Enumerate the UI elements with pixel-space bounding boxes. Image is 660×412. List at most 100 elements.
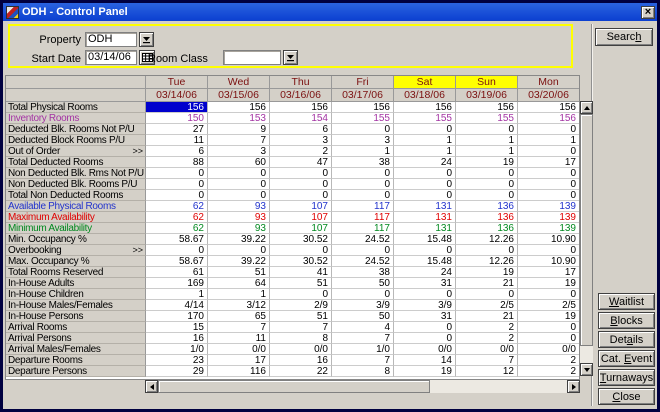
grid-cell[interactable]: 23 — [146, 355, 208, 366]
column-header-date[interactable]: 03/18/06 — [394, 89, 456, 102]
grid-cell[interactable]: 1/0 — [332, 344, 394, 355]
grid-cell[interactable]: 2/5 — [518, 300, 580, 311]
grid-cell[interactable]: 6 — [146, 146, 208, 157]
grid-cell[interactable]: 0 — [518, 168, 580, 179]
grid-cell[interactable]: 11 — [146, 135, 208, 146]
grid-cell[interactable]: 10.90 — [518, 256, 580, 267]
scroll-up-button[interactable] — [580, 101, 593, 114]
grid-cell[interactable]: 29 — [146, 366, 208, 377]
turnaways-button[interactable]: Turnaways — [598, 369, 655, 386]
grid-cell[interactable]: 93 — [208, 223, 270, 234]
grid-cell[interactable]: 38 — [332, 267, 394, 278]
grid-cell[interactable]: 12.26 — [456, 256, 518, 267]
grid-cell[interactable]: 0 — [332, 168, 394, 179]
grid-cell[interactable]: 155 — [456, 113, 518, 124]
grid-cell[interactable]: 7 — [208, 322, 270, 333]
grid-cell[interactable]: 0 — [456, 190, 518, 201]
grid-cell[interactable]: 0 — [332, 245, 394, 256]
close-button[interactable]: Close — [598, 388, 655, 405]
grid-cell[interactable]: 117 — [332, 223, 394, 234]
grid-cell[interactable]: 0 — [208, 179, 270, 190]
grid-cell[interactable]: 0 — [518, 333, 580, 344]
grid-cell[interactable]: 0 — [208, 168, 270, 179]
grid-cell[interactable]: 10.90 — [518, 234, 580, 245]
column-header-day[interactable]: Sat — [394, 76, 456, 89]
grid-cell[interactable]: 139 — [518, 223, 580, 234]
grid-cell[interactable]: 0 — [518, 322, 580, 333]
grid-cell[interactable]: 15.48 — [394, 256, 456, 267]
grid-cell[interactable]: 39.22 — [208, 234, 270, 245]
grid-cell[interactable]: 50 — [332, 278, 394, 289]
scroll-right-button[interactable] — [567, 380, 580, 393]
grid-cell[interactable]: 1/0 — [146, 344, 208, 355]
grid-cell[interactable]: 0 — [270, 245, 332, 256]
grid-cell[interactable]: 150 — [146, 113, 208, 124]
grid-cell[interactable]: 116 — [208, 366, 270, 377]
grid-cell[interactable]: 4 — [332, 322, 394, 333]
column-header-day[interactable]: Tue — [146, 76, 208, 89]
grid-cell[interactable]: 30.52 — [270, 256, 332, 267]
grid-cell[interactable]: 6 — [270, 124, 332, 135]
grid-cell[interactable]: 154 — [270, 113, 332, 124]
grid-cell[interactable]: 0 — [518, 190, 580, 201]
column-header-day[interactable]: Thu — [270, 76, 332, 89]
grid-cell[interactable]: 0 — [456, 289, 518, 300]
grid-cell[interactable]: 30.52 — [270, 234, 332, 245]
grid-cell[interactable]: 117 — [332, 201, 394, 212]
grid-cell[interactable]: 0 — [270, 190, 332, 201]
grid-cell[interactable]: 2 — [518, 366, 580, 377]
grid-cell[interactable]: 0/0 — [394, 344, 456, 355]
grid-cell[interactable]: 31 — [394, 311, 456, 322]
grid-cell[interactable]: 41 — [270, 267, 332, 278]
grid-cell[interactable]: 0 — [146, 179, 208, 190]
grid-cell[interactable]: 65 — [208, 311, 270, 322]
grid-cell[interactable]: 0 — [270, 179, 332, 190]
grid-cell[interactable]: 19 — [456, 267, 518, 278]
vertical-scrollbar[interactable] — [580, 101, 593, 376]
horizontal-scroll-thumb[interactable] — [158, 380, 430, 393]
grid-cell[interactable]: 24.52 — [332, 234, 394, 245]
grid-cell[interactable]: 0 — [394, 322, 456, 333]
column-header-day[interactable]: Fri — [332, 76, 394, 89]
grid-cell[interactable]: 3/9 — [332, 300, 394, 311]
grid-cell[interactable]: 1 — [518, 135, 580, 146]
grid-cell[interactable]: 0 — [394, 245, 456, 256]
grid-cell[interactable]: 12 — [456, 366, 518, 377]
grid-cell[interactable]: 2 — [456, 322, 518, 333]
grid-cell[interactable]: 19 — [518, 278, 580, 289]
grid-cell[interactable]: 51 — [270, 311, 332, 322]
grid-cell[interactable]: 0 — [518, 289, 580, 300]
grid-cell[interactable]: 62 — [146, 223, 208, 234]
grid-cell[interactable]: 1 — [208, 289, 270, 300]
grid-cell[interactable]: 7 — [456, 355, 518, 366]
waitlist-button[interactable]: Waitlist — [598, 293, 655, 310]
grid-cell[interactable]: 58.67 — [146, 234, 208, 245]
column-header-date[interactable]: 03/17/06 — [332, 89, 394, 102]
grid-cell[interactable]: 93 — [208, 201, 270, 212]
grid-cell[interactable]: 117 — [332, 212, 394, 223]
grid-cell[interactable]: 15.48 — [394, 234, 456, 245]
column-header-day[interactable]: Wed — [208, 76, 270, 89]
grid-cell[interactable]: 2/5 — [456, 300, 518, 311]
grid-cell[interactable]: 12.26 — [456, 234, 518, 245]
grid-cell[interactable]: 21 — [456, 278, 518, 289]
grid-cell[interactable]: 7 — [208, 135, 270, 146]
grid-cell[interactable]: 31 — [394, 278, 456, 289]
grid-cell[interactable]: 131 — [394, 212, 456, 223]
grid-cell[interactable]: 16 — [270, 355, 332, 366]
grid-cell[interactable]: 7 — [332, 333, 394, 344]
details-button[interactable]: Details — [598, 331, 655, 348]
grid-cell[interactable]: 0 — [394, 333, 456, 344]
grid-cell[interactable]: 0 — [518, 245, 580, 256]
grid-cell[interactable]: 17 — [518, 267, 580, 278]
grid-cell[interactable]: 0 — [146, 190, 208, 201]
grid-cell[interactable]: 2 — [456, 333, 518, 344]
grid-cell[interactable]: 0 — [518, 179, 580, 190]
grid-cell[interactable]: 8 — [332, 366, 394, 377]
grid-cell[interactable]: 156 — [146, 102, 208, 113]
grid-cell[interactable]: 170 — [146, 311, 208, 322]
scroll-left-button[interactable] — [145, 380, 158, 393]
column-header-date[interactable]: 03/20/06 — [518, 89, 580, 102]
grid-cell[interactable]: 1 — [394, 135, 456, 146]
grid-cell[interactable]: 38 — [332, 157, 394, 168]
